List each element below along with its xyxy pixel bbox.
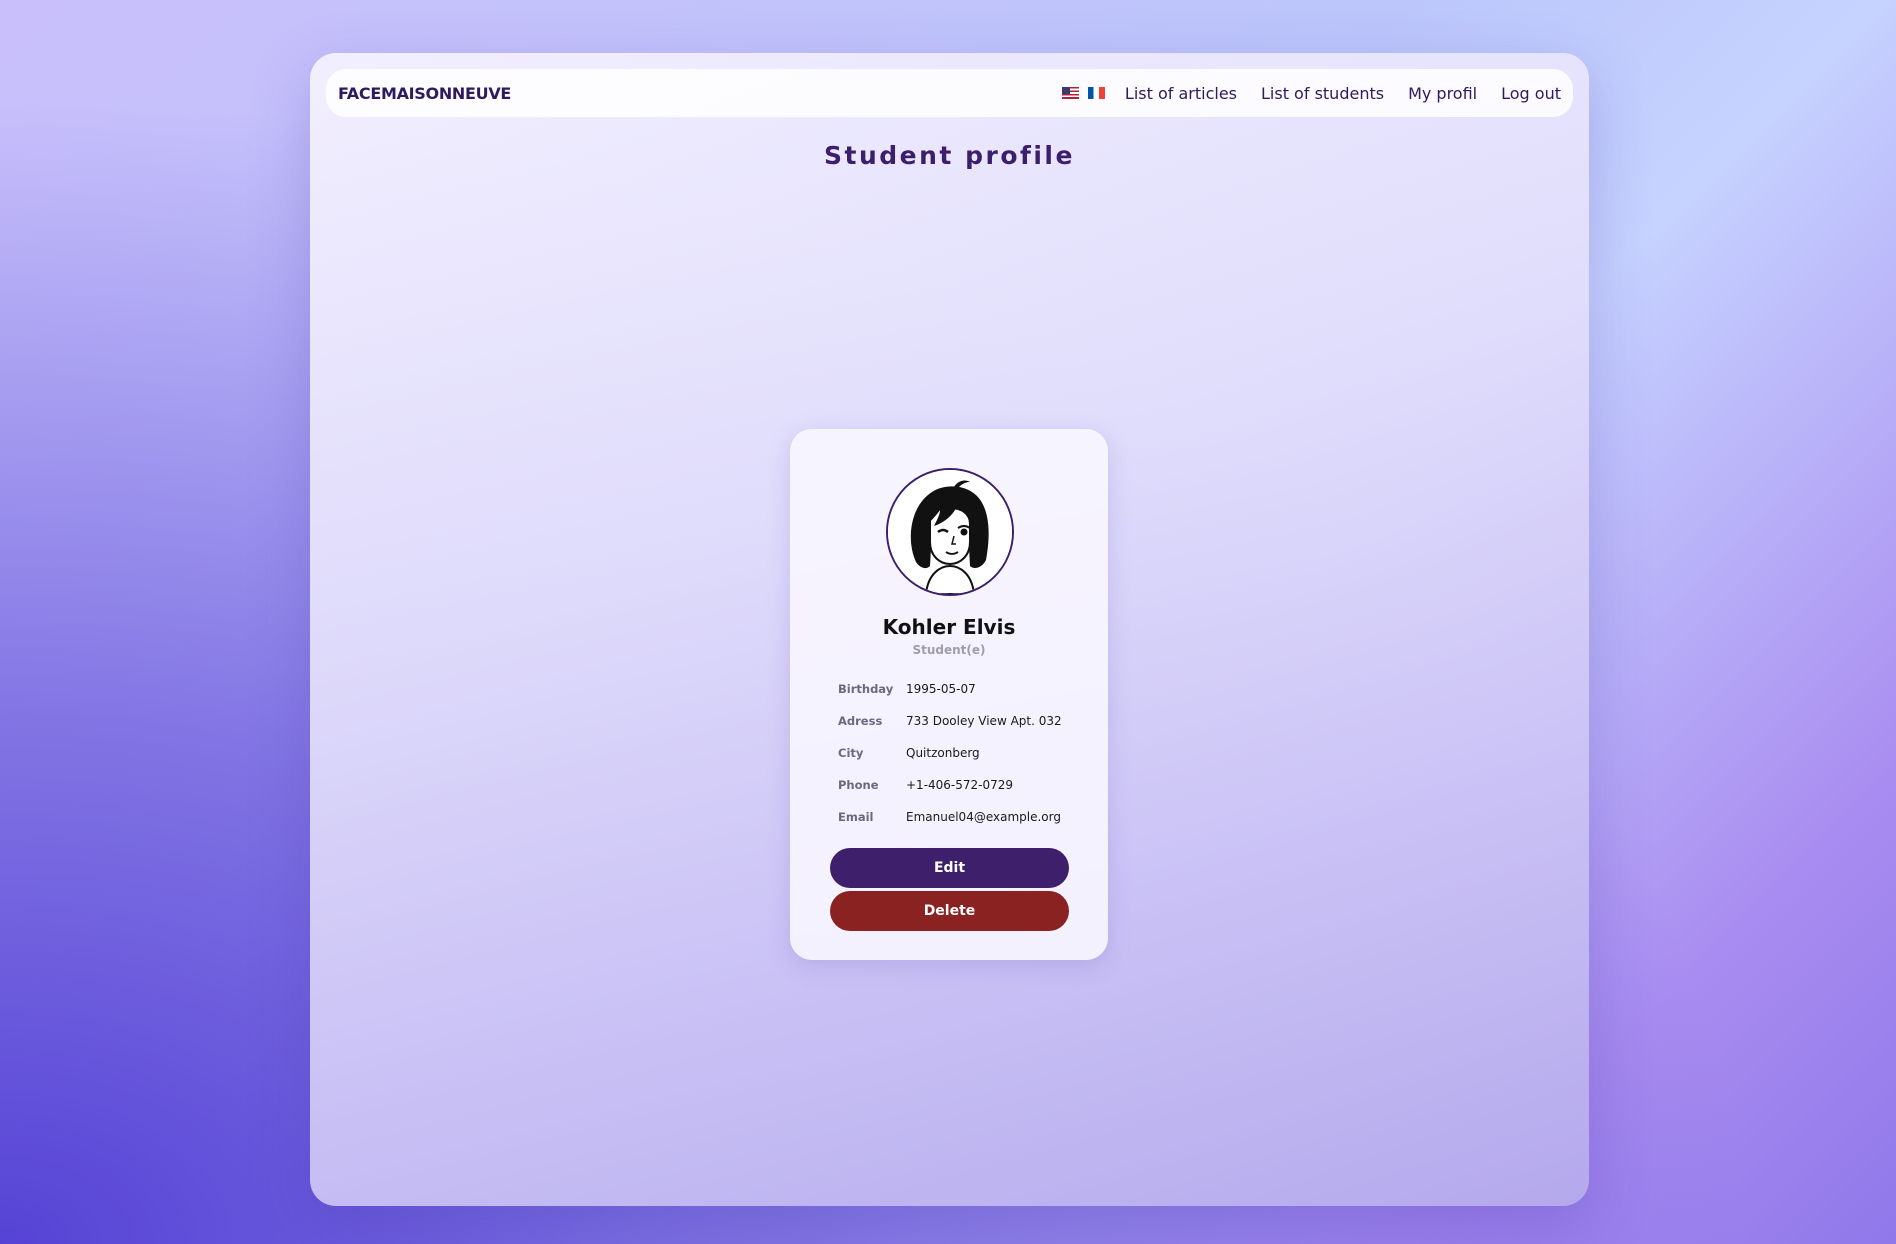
profile-card: Kohler Elvis Student(e) Birthday 1995-05…	[790, 429, 1108, 960]
student-role: Student(e)	[912, 643, 986, 657]
nav-link-log-out[interactable]: Log out	[1501, 84, 1561, 103]
nav-link-my-profil[interactable]: My profil	[1408, 84, 1477, 103]
nav-link-articles[interactable]: List of articles	[1125, 84, 1237, 103]
info-label: Birthday	[838, 682, 894, 696]
info-label: Adress	[838, 714, 883, 728]
profile-info-list: Birthday 1995-05-07 Adress 733 Dooley Vi…	[838, 673, 1088, 833]
edit-button[interactable]: Edit	[830, 848, 1069, 888]
info-value: Emanuel04@example.org	[906, 810, 1061, 824]
info-value: Quitzonberg	[906, 746, 980, 760]
info-label: Email	[838, 810, 874, 824]
info-label: City	[838, 746, 864, 760]
info-value: +1-406-572-0729	[906, 778, 1014, 792]
info-row-email: Email Emanuel04@example.org	[838, 801, 1088, 833]
info-row-phone: Phone +1-406-572-0729	[838, 769, 1088, 801]
navbar: FACEMAISONNEUVE List of articles List of…	[326, 69, 1573, 117]
info-row-adress: Adress 733 Dooley View Apt. 032	[838, 705, 1088, 737]
app-window: FACEMAISONNEUVE List of articles List of…	[310, 53, 1589, 1206]
info-row-birthday: Birthday 1995-05-07	[838, 673, 1088, 705]
fr-flag-icon[interactable]	[1087, 87, 1105, 99]
student-avatar-illustration	[888, 470, 1012, 594]
avatar	[886, 468, 1014, 596]
info-label: Phone	[838, 778, 879, 792]
info-value: 733 Dooley View Apt. 032	[906, 714, 1062, 728]
student-name: Kohler Elvis	[882, 615, 1016, 639]
nav-links: List of articles List of students My pro…	[1061, 84, 1561, 103]
delete-button[interactable]: Delete	[830, 891, 1069, 931]
us-flag-icon[interactable]	[1061, 87, 1079, 99]
info-row-city: City Quitzonberg	[838, 737, 1088, 769]
page-title: Student profile	[824, 141, 1075, 170]
brand-logo[interactable]: FACEMAISONNEUVE	[338, 84, 511, 103]
nav-link-students[interactable]: List of students	[1261, 84, 1384, 103]
info-value: 1995-05-07	[906, 682, 976, 696]
